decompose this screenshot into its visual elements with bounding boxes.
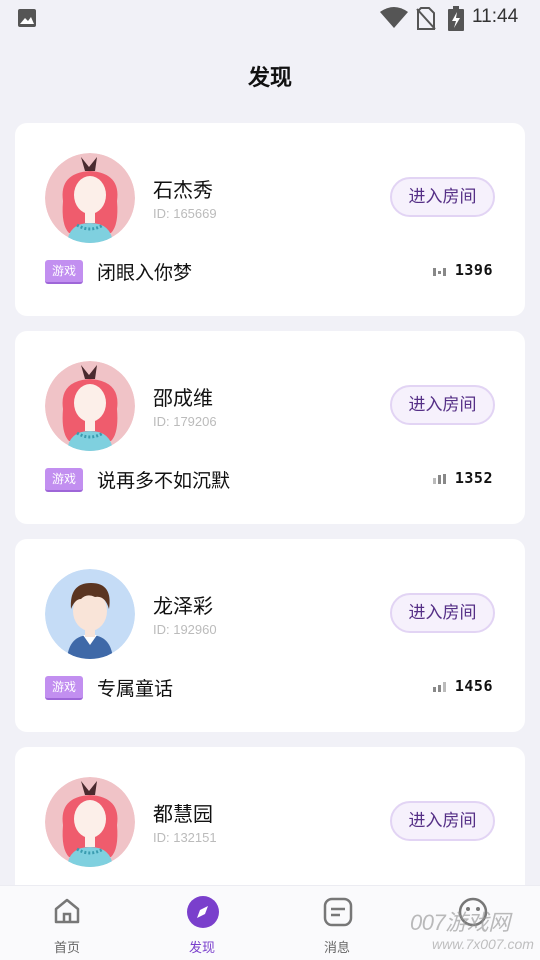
room-owner-name: 邵成维 (153, 386, 213, 410)
listener-count: 1456 (454, 677, 493, 695)
room-id: ID: 192960 (153, 622, 217, 637)
nav-label: 首页 (53, 941, 80, 956)
wifi-icon (380, 7, 408, 28)
room-card[interactable]: 都慧园 ID: 132151 进入房间 (15, 747, 525, 907)
game-tag: 游戏 (45, 260, 83, 284)
compass-icon (187, 896, 219, 928)
room-owner-name: 都慧园 (153, 802, 213, 826)
signal-bars-icon (433, 268, 446, 276)
avatar (45, 361, 135, 451)
nav-item-home[interactable]: 首页 (27, 886, 107, 960)
nav-label: 发现 (188, 941, 215, 956)
watermark-url: www.7x007.com (432, 936, 534, 952)
battery-charging-icon (448, 6, 464, 31)
room-topic: 专属童话 (97, 678, 174, 700)
avatar (45, 777, 135, 867)
nav-item-messages[interactable]: 消息 (297, 886, 377, 960)
nav-label: 消息 (323, 941, 350, 956)
status-bar: 11:44 (0, 0, 540, 36)
room-id: ID: 165669 (153, 206, 217, 221)
enter-room-button[interactable]: 进入房间 (390, 177, 495, 217)
game-tag: 游戏 (45, 468, 83, 492)
room-card[interactable]: 石杰秀 ID: 165669 进入房间 游戏 闭眼入你梦 1396 (15, 123, 525, 316)
watermark: 007游戏网 (410, 910, 510, 935)
avatar (45, 569, 135, 659)
page-title: 发现 (247, 66, 292, 91)
enter-room-button[interactable]: 进入房间 (390, 593, 495, 633)
enter-room-button[interactable]: 进入房间 (390, 385, 495, 425)
signal-bars-icon (433, 682, 446, 692)
message-icon (323, 897, 353, 927)
image-icon (18, 9, 36, 27)
no-sim-icon (416, 7, 436, 30)
boy-avatar-icon (45, 569, 135, 659)
room-card[interactable]: 龙泽彩 ID: 192960 进入房间 游戏 专属童话 1456 (15, 539, 525, 732)
listener-count: 1352 (454, 469, 493, 487)
nav-item-discover[interactable]: 发现 (162, 886, 242, 960)
room-id: ID: 179206 (153, 414, 217, 429)
game-tag: 游戏 (45, 676, 83, 700)
room-card[interactable]: 邵成维 ID: 179206 进入房间 游戏 说再多不如沉默 1352 (15, 331, 525, 524)
signal-bars-icon (433, 474, 446, 484)
enter-room-button[interactable]: 进入房间 (390, 801, 495, 841)
girl-avatar-icon (45, 361, 135, 451)
status-time: 11:44 (472, 6, 519, 27)
room-topic: 说再多不如沉默 (97, 470, 231, 492)
girl-avatar-icon (45, 777, 135, 867)
room-owner-name: 石杰秀 (153, 178, 213, 202)
girl-avatar-icon (45, 153, 135, 243)
room-topic: 闭眼入你梦 (97, 262, 193, 284)
room-id: ID: 132151 (153, 830, 217, 845)
listener-count: 1396 (454, 261, 493, 279)
room-owner-name: 龙泽彩 (153, 594, 213, 618)
home-icon (54, 898, 80, 924)
avatar (45, 153, 135, 243)
